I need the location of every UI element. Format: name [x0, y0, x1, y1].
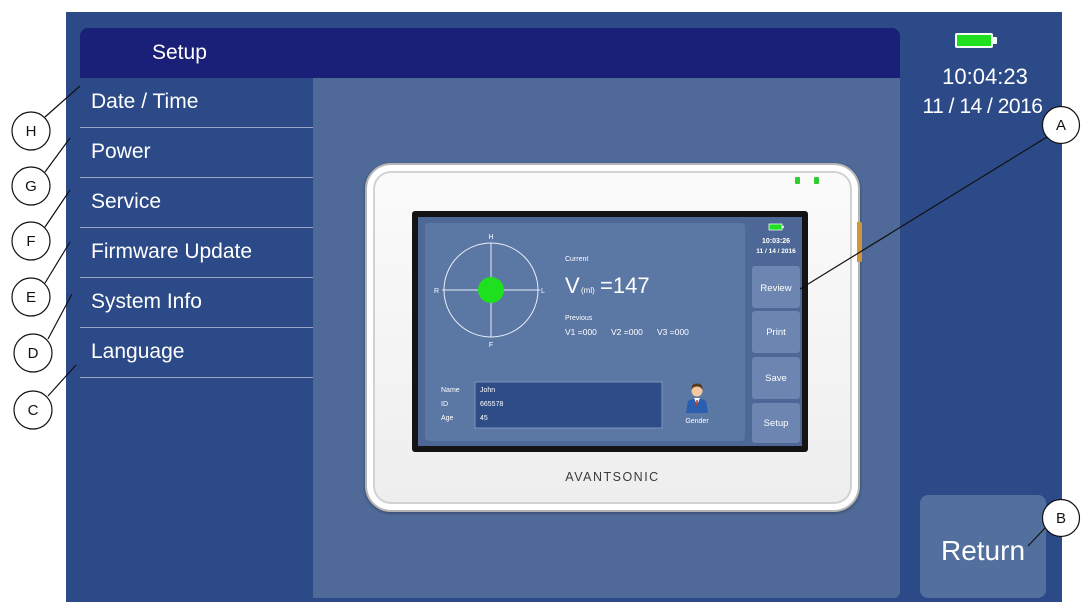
callout-circle-f — [11, 221, 51, 261]
age-label: Age — [441, 415, 454, 422]
screen-time: 10:03:26 — [762, 238, 790, 245]
age-value: 45 — [480, 415, 488, 422]
crosshair-label-top: H — [488, 234, 493, 241]
device-screen: H F R L Current V (ml) =147 Previous V1 … — [418, 217, 802, 446]
previous-label: Previous — [565, 315, 593, 322]
position-dot — [478, 277, 504, 303]
clock-time: 10:04:23 — [942, 64, 1028, 89]
callout-label-h: H — [26, 123, 37, 140]
page-title: Setup — [152, 41, 207, 64]
name-label: Name — [441, 387, 460, 394]
device-side-tab — [857, 222, 862, 262]
id-label: ID — [441, 401, 448, 408]
title-bar: Setup — [80, 28, 900, 78]
battery-icon — [955, 33, 993, 48]
return-button-label: Return — [940, 534, 1026, 566]
device-brand: AVANTSONIC — [565, 470, 660, 484]
callout-label-g: G — [25, 178, 37, 195]
callout-circle-d — [13, 333, 53, 373]
menu-item-language[interactable]: Language — [80, 328, 313, 378]
menu-item-label: Service — [91, 190, 162, 213]
menu-item-date-time[interactable]: Date / Time — [80, 78, 313, 128]
previous-value: V3 =000 — [657, 327, 689, 337]
battery-icon — [768, 223, 784, 231]
clock-date: 11 / 14 / 2016 — [922, 95, 1043, 118]
preview-setup-label: Setup — [764, 418, 789, 429]
menu-item-system-info[interactable]: System Info — [80, 278, 313, 328]
id-value: 665578 — [480, 401, 503, 408]
menu-item-firmware-update[interactable]: Firmware Update — [80, 228, 313, 278]
volume-value: =147 — [600, 273, 650, 298]
setup-menu: Date / Time Power Service Firmware Updat… — [80, 78, 313, 598]
callout-circle-c — [13, 390, 53, 430]
name-value: John — [480, 387, 495, 394]
callout-label-e: E — [26, 289, 36, 306]
crosshair-label-right: L — [541, 288, 545, 295]
current-label: Current — [565, 256, 588, 263]
battery-terminal — [993, 37, 997, 44]
callout-label-f: F — [26, 233, 35, 250]
preview-review-label: Review — [760, 283, 791, 294]
menu-item-label: Date / Time — [91, 90, 199, 113]
callout-label-d: D — [28, 345, 39, 362]
menu-item-service[interactable]: Service — [80, 178, 313, 228]
preview-save-label: Save — [765, 373, 787, 384]
menu-item-label: Power — [91, 140, 151, 163]
callout-circle-h — [11, 111, 51, 151]
callout-circle-e — [11, 277, 51, 317]
callout-label-c: C — [28, 402, 39, 419]
return-button[interactable]: Return — [920, 495, 1046, 598]
menu-item-label: System Info — [91, 290, 202, 313]
menu-item-label: Language — [91, 340, 185, 363]
screen-date: 11 / 14 / 2016 — [756, 248, 796, 255]
menu-item-label: Firmware Update — [91, 240, 253, 263]
status-led — [814, 177, 819, 184]
crosshair-label-bottom: F — [489, 342, 493, 349]
previous-value: V2 =000 — [611, 327, 643, 337]
volume-symbol: V — [565, 273, 580, 298]
gender-label: Gender — [685, 418, 709, 425]
crosshair-label-left: R — [434, 288, 439, 295]
volume-unit: (ml) — [581, 286, 595, 295]
previous-value: V1 =000 — [565, 327, 597, 337]
menu-item-power[interactable]: Power — [80, 128, 313, 178]
callout-circle-g — [11, 166, 51, 206]
preview-print-label: Print — [766, 327, 786, 338]
status-led — [795, 177, 800, 184]
